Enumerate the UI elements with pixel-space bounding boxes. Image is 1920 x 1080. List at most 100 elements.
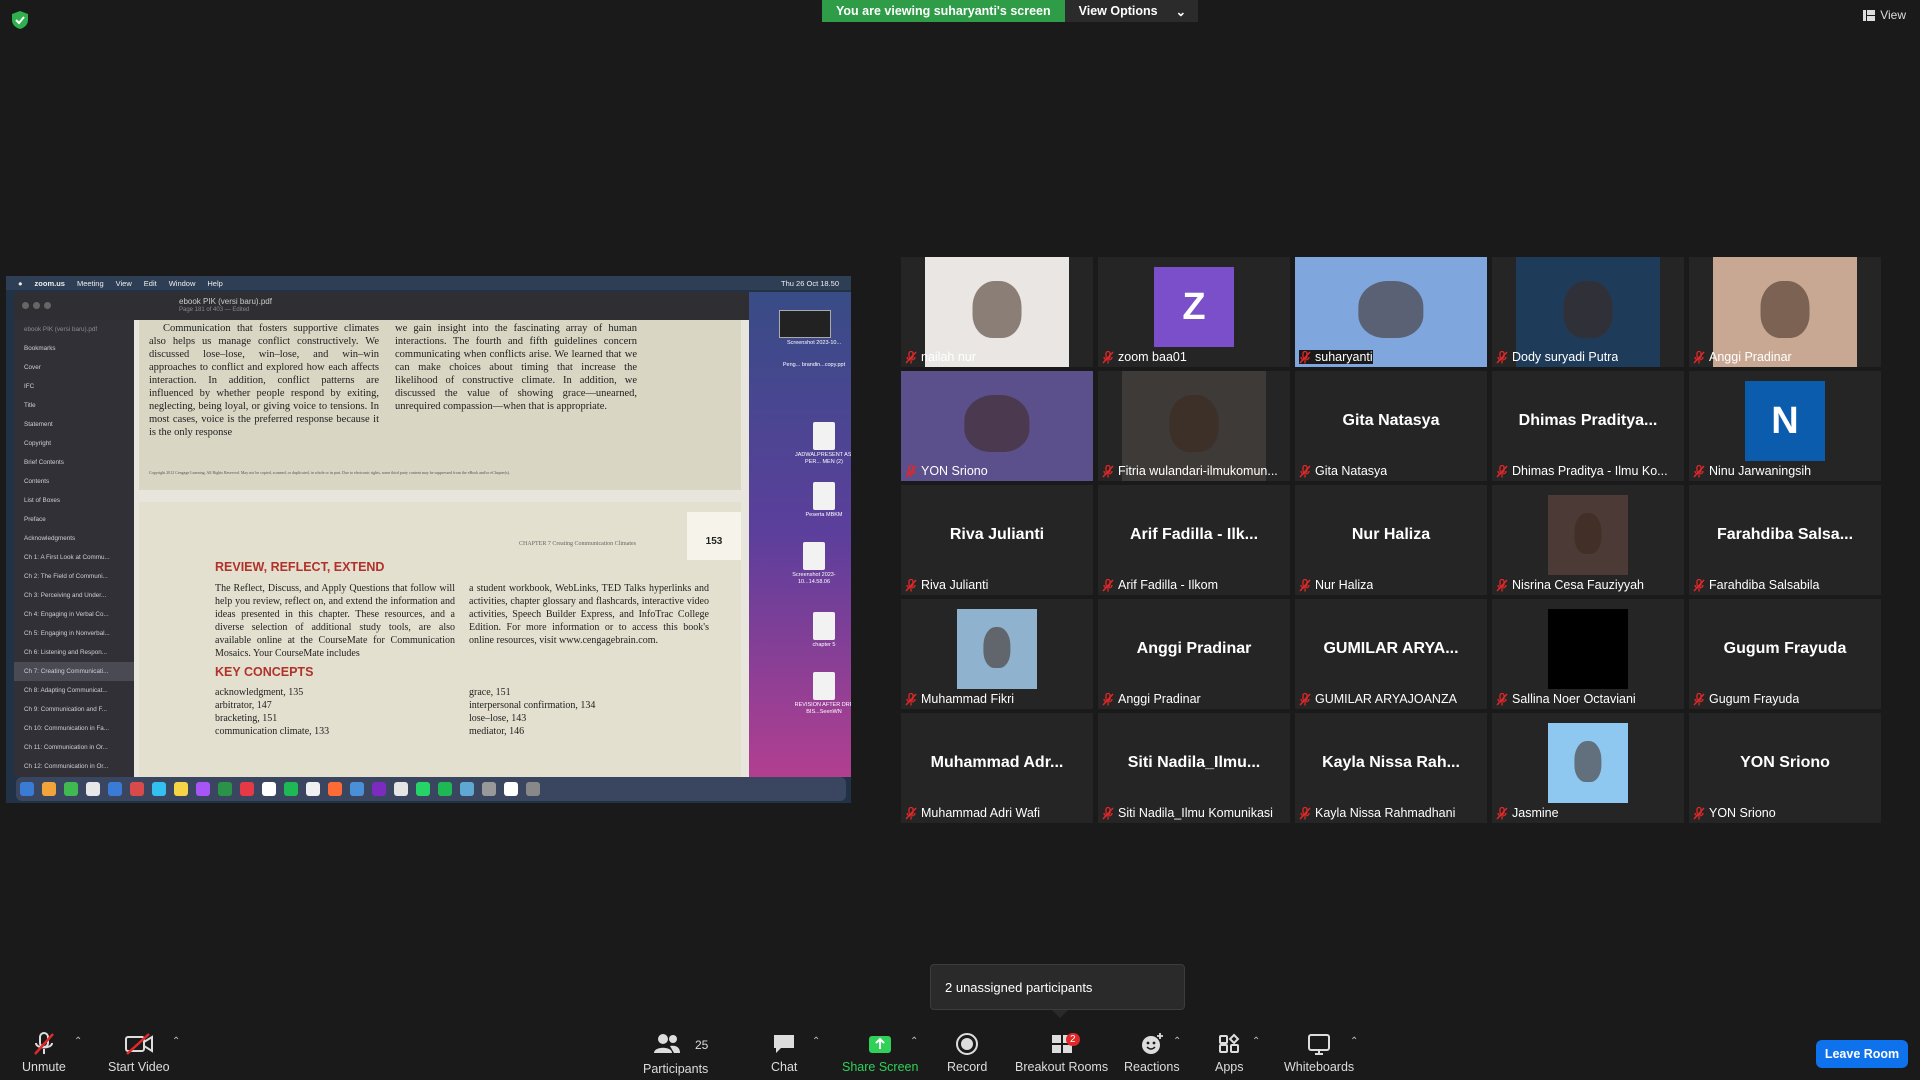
pdf-sidebar-item[interactable]: Ch 3: Perceiving and Under...	[14, 586, 134, 605]
pdf-sidebar-item[interactable]: Ch 7: Creating Communicati...	[14, 662, 134, 681]
pdf-sidebar-item[interactable]: Ch 1: A First Look at Commu...	[14, 548, 134, 567]
participant-tile[interactable]: Nisrina Cesa Fauziyyah	[1492, 485, 1684, 595]
dock-app-icon[interactable]	[460, 782, 474, 796]
breakout-rooms-button[interactable]: Breakout Rooms	[1015, 1032, 1108, 1074]
dock-app-icon[interactable]	[152, 782, 166, 796]
pdf-sidebar-item[interactable]: Ch 9: Communication and F...	[14, 700, 134, 719]
security-shield-icon[interactable]	[10, 10, 30, 30]
share-screen-button[interactable]: Share Screen	[842, 1032, 918, 1074]
dock-app-icon[interactable]	[504, 782, 518, 796]
participant-tile[interactable]: Muhammad Adr... Muhammad Adri Wafi	[901, 713, 1093, 823]
desktop-file[interactable]: REVISION AFTER DRP BIS...SeenWN	[789, 672, 851, 716]
participant-tile[interactable]: N Ninu Jarwaningsih	[1689, 371, 1881, 481]
dock-app-icon[interactable]	[328, 782, 342, 796]
pdf-sidebar-item[interactable]: Preface	[14, 510, 134, 529]
chat-button[interactable]: Chat	[771, 1032, 797, 1074]
participant-tile[interactable]: suharyanti	[1295, 257, 1487, 367]
pdf-sidebar-item[interactable]: Ch 5: Engaging in Nonverbal...	[14, 624, 134, 643]
unmute-button[interactable]: Unmute	[22, 1032, 66, 1074]
participant-tile[interactable]: Fitria wulandari-ilmukomun...	[1098, 371, 1290, 481]
pdf-sidebar-item[interactable]: Brief Contents	[14, 453, 134, 472]
pdf-sidebar-item[interactable]: Ch 10: Communication in Fa...	[14, 719, 134, 738]
participant-tile[interactable]: nailah nur	[901, 257, 1093, 367]
pdf-sidebar-item[interactable]: Bookmarks	[14, 339, 134, 358]
view-options-button[interactable]: View Options ⌄	[1064, 0, 1199, 22]
apps-options-caret[interactable]: ⌃	[1252, 1036, 1260, 1047]
participant-tile[interactable]: Nur Haliza Nur Haliza	[1295, 485, 1487, 595]
participant-tile[interactable]: GUMILAR ARYA... GUMILAR ARYAJOANZA	[1295, 599, 1487, 709]
pdf-sidebar-item[interactable]: Contents	[14, 472, 134, 491]
participant-tile[interactable]: Zzoom baa01	[1098, 257, 1290, 367]
participants-button[interactable]: 25 Participants	[643, 1032, 708, 1076]
dock-app-icon[interactable]	[64, 782, 78, 796]
dock-app-icon[interactable]	[240, 782, 254, 796]
participant-tile[interactable]: Arif Fadilla - Ilk... Arif Fadilla - Ilko…	[1098, 485, 1290, 595]
participant-tile[interactable]: Jasmine	[1492, 713, 1684, 823]
audio-options-caret[interactable]: ⌃	[74, 1036, 82, 1047]
pdf-sidebar-item[interactable]: Ch 8: Adapting Communicat...	[14, 681, 134, 700]
share-options-caret[interactable]: ⌃	[910, 1036, 918, 1047]
desktop-file[interactable]: chapter 5	[789, 612, 851, 649]
dock-app-icon[interactable]	[174, 782, 188, 796]
shared-screen[interactable]: ● zoom.us Meeting View Edit Window Help …	[6, 276, 851, 803]
pdf-sidebar-item[interactable]: Ch 6: Listening and Respon...	[14, 643, 134, 662]
reactions-button[interactable]: Reactions	[1124, 1032, 1180, 1074]
participant-tile[interactable]: Dhimas Praditya... Dhimas Praditya - Ilmu…	[1492, 371, 1684, 481]
participant-tile[interactable]: Kayla Nissa Rah... Kayla Nissa Rahmadhani	[1295, 713, 1487, 823]
desktop-file[interactable]: JADWALPRESENT ASI PER... MEN (2)	[789, 422, 851, 466]
dock-app-icon[interactable]	[372, 782, 386, 796]
dock-app-icon[interactable]	[20, 782, 34, 796]
dock-app-icon[interactable]	[394, 782, 408, 796]
dock-app-icon[interactable]	[350, 782, 364, 796]
pdf-sidebar-item[interactable]: IFC	[14, 377, 134, 396]
participant-tile[interactable]: Sallina Noer Octaviani	[1492, 599, 1684, 709]
pdf-sidebar-item[interactable]: Title	[14, 396, 134, 415]
participant-tile[interactable]: YON Sriono YON Sriono	[1689, 713, 1881, 823]
reactions-options-caret[interactable]: ⌃	[1173, 1036, 1181, 1047]
participant-tile[interactable]: Gugum Frayuda Gugum Frayuda	[1689, 599, 1881, 709]
dock-app-icon[interactable]	[416, 782, 430, 796]
participant-tile[interactable]: Farahdiba Salsa... Farahdiba Salsabila	[1689, 485, 1881, 595]
dock-app-icon[interactable]	[438, 782, 452, 796]
video-options-caret[interactable]: ⌃	[172, 1036, 180, 1047]
dock-app-icon[interactable]	[262, 782, 276, 796]
chat-options-caret[interactable]: ⌃	[812, 1036, 820, 1047]
dock-app-icon[interactable]	[108, 782, 122, 796]
record-button[interactable]: Record	[947, 1032, 987, 1074]
participant-tile[interactable]: Gita Natasya Gita Natasya	[1295, 371, 1487, 481]
pdf-sidebar-item[interactable]: Ch 12: Communication in Or...	[14, 757, 134, 776]
participant-tile[interactable]: Riva Julianti Riva Julianti	[901, 485, 1093, 595]
desktop-file[interactable]: Screenshot 2023-10...14.58.06	[779, 542, 849, 586]
pdf-sidebar-item[interactable]: Acknowledgments	[14, 529, 134, 548]
pdf-sidebar-item[interactable]: Copyright	[14, 434, 134, 453]
whiteboards-options-caret[interactable]: ⌃	[1350, 1036, 1358, 1047]
leave-room-button[interactable]: Leave Room	[1816, 1040, 1908, 1068]
desktop-file[interactable]: Peserta MBKM	[789, 482, 851, 519]
whiteboards-button[interactable]: Whiteboards	[1284, 1032, 1354, 1074]
participant-tile[interactable]: Anggi Pradinar Anggi Pradinar	[1098, 599, 1290, 709]
pdf-sidebar-item[interactable]: Ch 4: Engaging in Verbal Co...	[14, 605, 134, 624]
view-button[interactable]: View	[1863, 8, 1906, 22]
pdf-sidebar-item[interactable]: Statement	[14, 415, 134, 434]
pdf-sidebar-item[interactable]: Ch 11: Communication in Or...	[14, 738, 134, 757]
dock-app-icon[interactable]	[196, 782, 210, 796]
participant-tile[interactable]: Siti Nadila_Ilmu... Siti Nadila_Ilmu Komu…	[1098, 713, 1290, 823]
dock-app-icon[interactable]	[42, 782, 56, 796]
dock-app-icon[interactable]	[284, 782, 298, 796]
dock-app-icon[interactable]	[130, 782, 144, 796]
apps-button[interactable]: Apps	[1215, 1032, 1244, 1074]
participant-tile[interactable]: Muhammad Fikri	[901, 599, 1093, 709]
pdf-sidebar-item[interactable]: Ch 2: The Field of Communi...	[14, 567, 134, 586]
participant-tile[interactable]: Anggi Pradinar	[1689, 257, 1881, 367]
pdf-sidebar-item[interactable]: Cover	[14, 358, 134, 377]
dock-app-icon[interactable]	[306, 782, 320, 796]
unassigned-participants-popup[interactable]: 2 unassigned participants	[930, 964, 1185, 1010]
dock-app-icon[interactable]	[482, 782, 496, 796]
start-video-button[interactable]: Start Video	[108, 1032, 170, 1074]
participant-tile[interactable]: Dody suryadi Putra	[1492, 257, 1684, 367]
pdf-sidebar-item[interactable]: ebook PIK (versi baru).pdf	[14, 320, 134, 339]
participant-tile[interactable]: YON Sriono	[901, 371, 1093, 481]
dock-app-icon[interactable]	[86, 782, 100, 796]
desktop-file[interactable]: Screenshot 2023-10...	[779, 340, 849, 347]
pdf-sidebar-item[interactable]: List of Boxes	[14, 491, 134, 510]
